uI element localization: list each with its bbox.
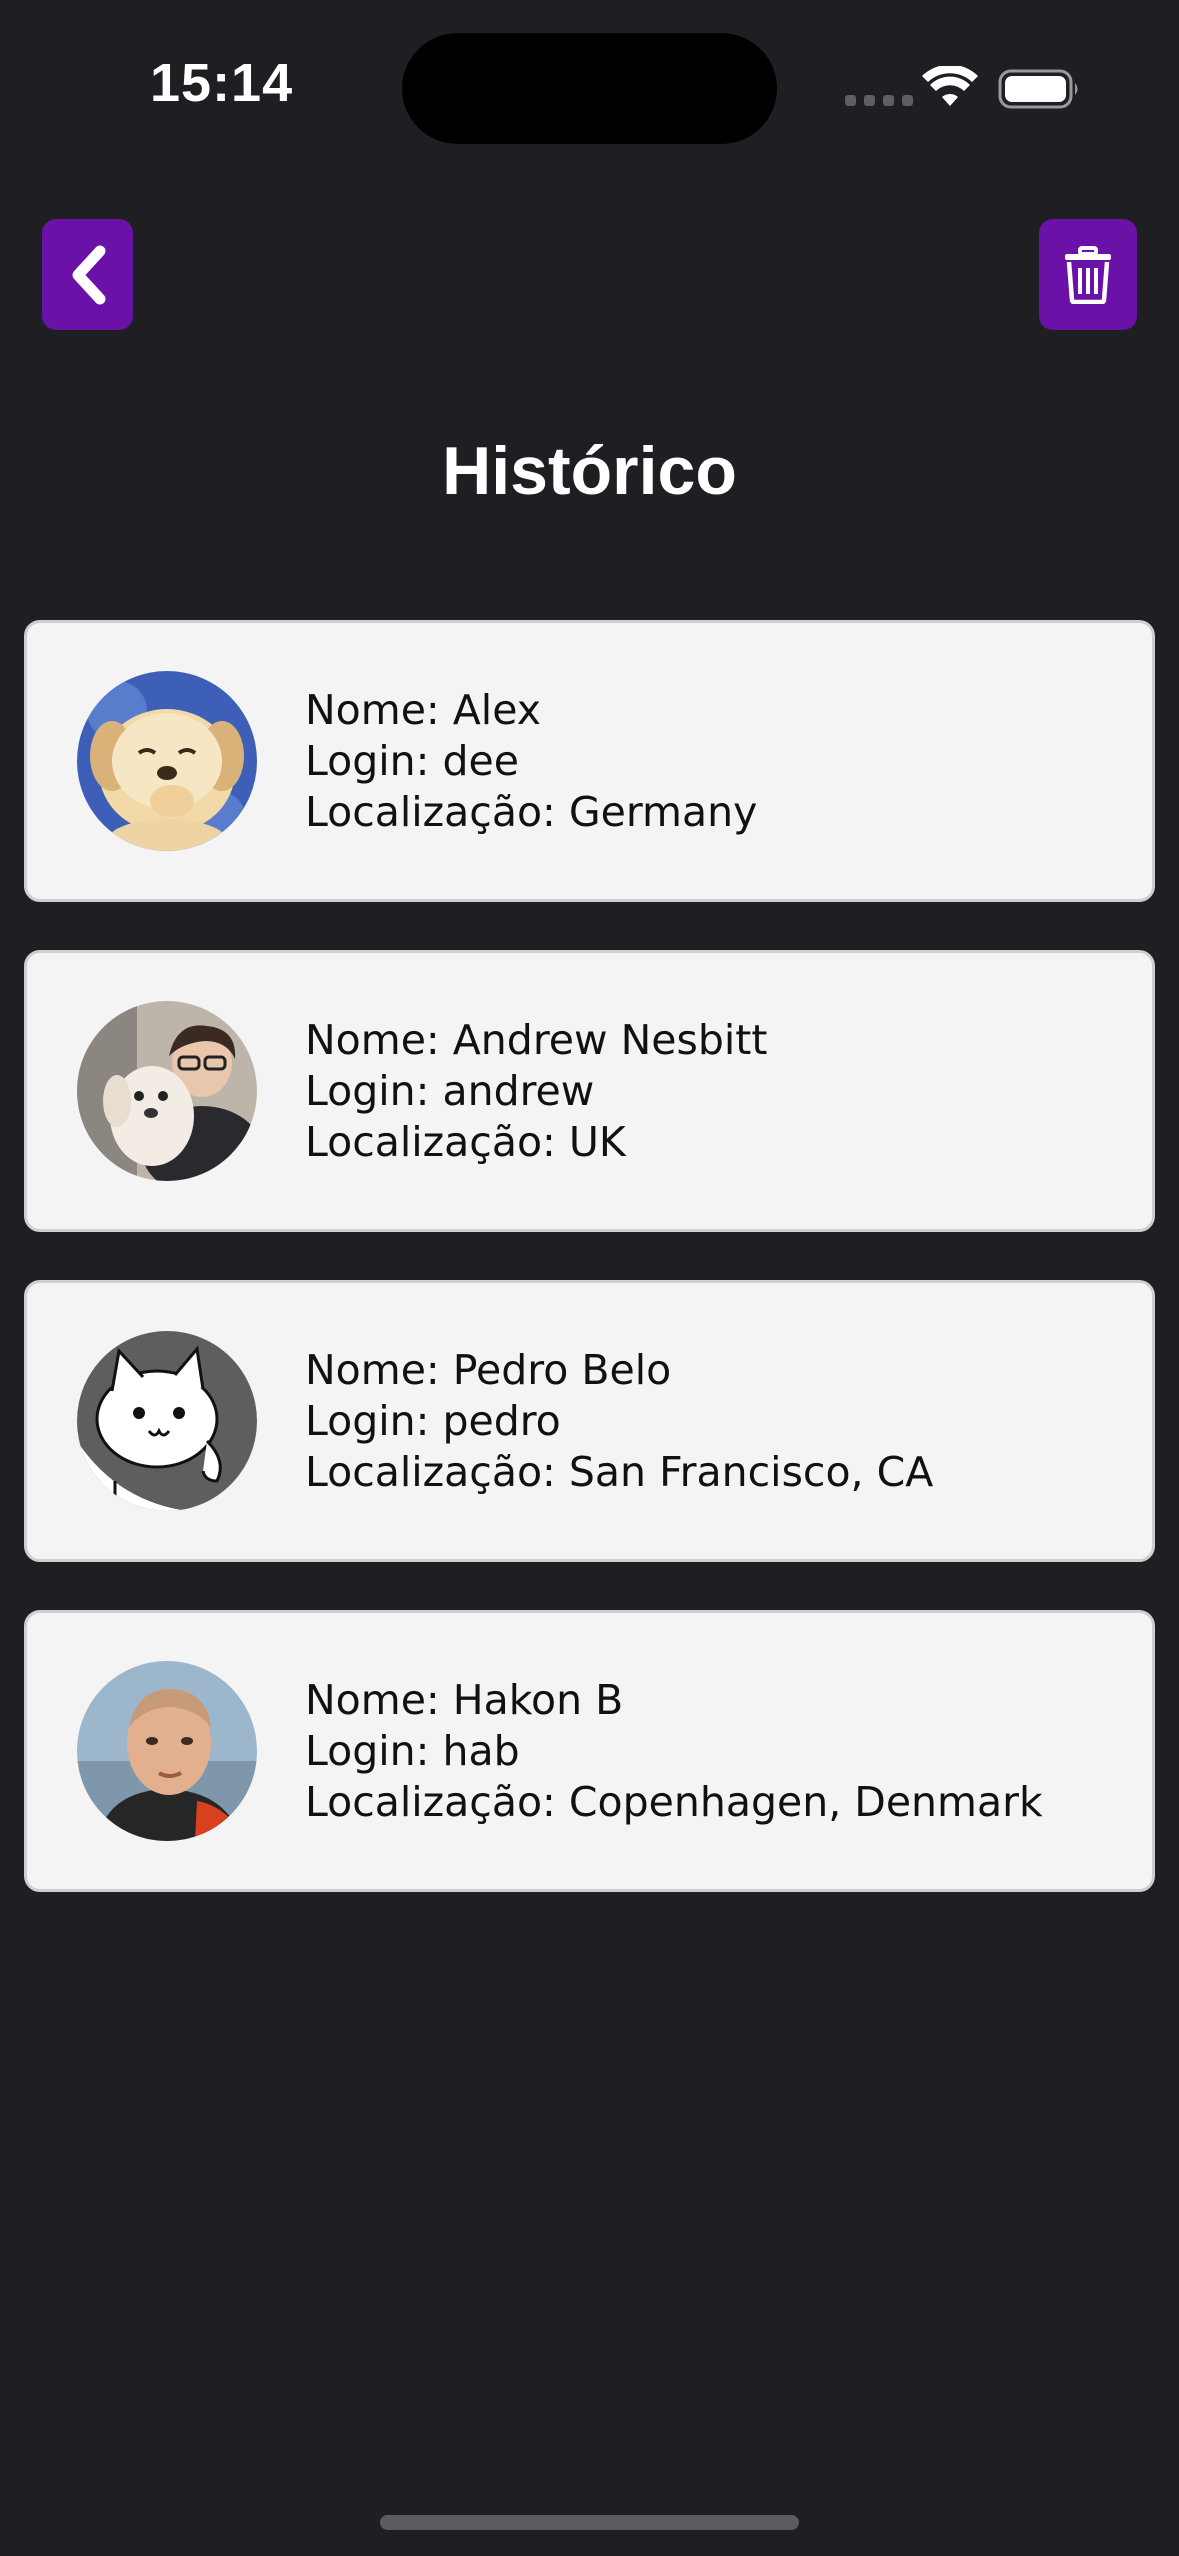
user-location: Localização: Copenhagen, Denmark <box>305 1778 1043 1826</box>
battery-icon <box>998 69 1078 109</box>
user-info: Nome: Andrew Nesbitt Login: andrew Local… <box>305 1015 767 1168</box>
trash-icon <box>1065 245 1111 304</box>
user-location: Localização: UK <box>305 1118 626 1166</box>
user-card[interactable]: Nome: Hakon B Login: hab Localização: Co… <box>24 1610 1155 1892</box>
user-info: Nome: Pedro Belo Login: pedro Localizaçã… <box>305 1345 933 1498</box>
user-name: Nome: Pedro Belo <box>305 1346 672 1394</box>
back-button[interactable] <box>42 219 133 330</box>
user-location: Localização: San Francisco, CA <box>305 1448 934 1496</box>
user-name: Nome: Hakon B <box>305 1676 624 1724</box>
cellular-signal-icon <box>845 95 913 106</box>
user-location: Localização: Germany <box>305 788 758 836</box>
man-portrait-avatar <box>77 1661 257 1841</box>
user-name: Nome: Alex <box>305 686 541 734</box>
screen: 15:14 Histórico Nome: Alex Login: dee Lo… <box>0 0 1179 2556</box>
cartoon-cat-avatar <box>77 1331 257 1511</box>
user-card[interactable]: Nome: Andrew Nesbitt Login: andrew Local… <box>24 950 1155 1232</box>
chevron-left-icon <box>72 245 105 304</box>
user-name: Nome: Andrew Nesbitt <box>305 1016 768 1064</box>
user-login: Login: hab <box>305 1727 520 1775</box>
user-card[interactable]: Nome: Alex Login: dee Localização: Germa… <box>24 620 1155 902</box>
wifi-icon <box>922 66 978 106</box>
man-with-dog-avatar <box>77 1001 257 1181</box>
dynamic-island <box>402 33 777 144</box>
user-info: Nome: Alex Login: dee Localização: Germa… <box>305 685 757 838</box>
status-time: 15:14 <box>150 53 294 113</box>
page-title: Histórico <box>442 433 737 509</box>
clear-history-button[interactable] <box>1039 219 1137 330</box>
puppy-avatar <box>77 671 257 851</box>
user-info: Nome: Hakon B Login: hab Localização: Co… <box>305 1675 1043 1828</box>
user-login: Login: pedro <box>305 1397 561 1445</box>
user-card[interactable]: Nome: Pedro Belo Login: pedro Localizaçã… <box>24 1280 1155 1562</box>
user-login: Login: dee <box>305 737 519 785</box>
home-indicator <box>380 2515 799 2530</box>
user-login: Login: andrew <box>305 1067 595 1115</box>
